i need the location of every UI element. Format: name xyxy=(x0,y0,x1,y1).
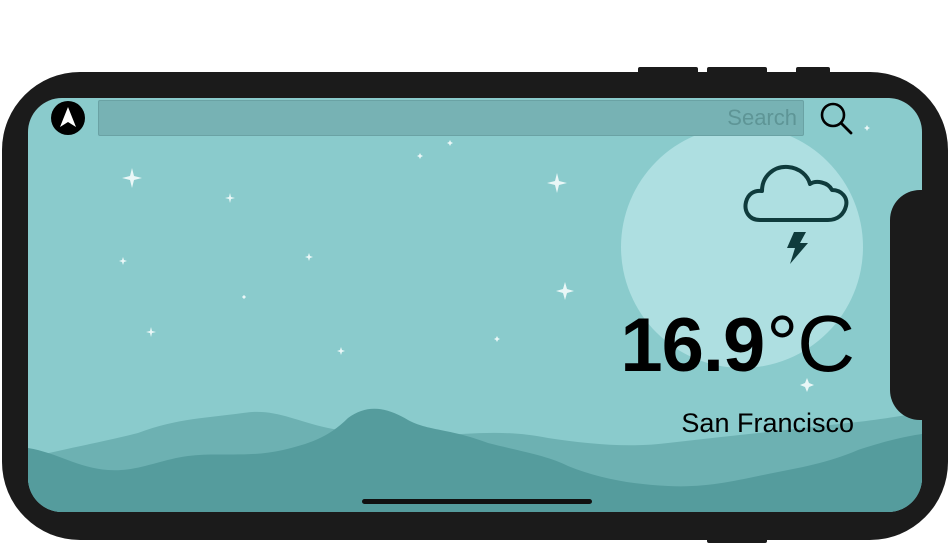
star xyxy=(447,140,453,146)
weather-screen: 16.9°C San Francisco xyxy=(28,98,922,512)
star xyxy=(122,168,142,188)
phone-frame: 16.9°C San Francisco xyxy=(2,72,948,540)
star xyxy=(556,282,574,300)
cloud-lightning-icon xyxy=(743,164,849,264)
search-bar[interactable] xyxy=(98,100,804,136)
star xyxy=(494,336,500,342)
temperature-readout: 16.9°C xyxy=(620,298,855,390)
star xyxy=(225,193,235,203)
star xyxy=(547,173,567,193)
location-arrow-icon[interactable] xyxy=(50,100,86,136)
star xyxy=(417,153,423,159)
star xyxy=(242,295,246,299)
star xyxy=(864,125,870,131)
temperature-value: 16.9 xyxy=(620,303,765,388)
notch xyxy=(890,190,948,420)
star xyxy=(337,347,345,355)
home-indicator[interactable] xyxy=(362,499,592,504)
star xyxy=(146,327,156,337)
star xyxy=(119,257,127,265)
search-input[interactable] xyxy=(99,101,803,135)
star xyxy=(305,253,313,261)
temperature-unit: °C xyxy=(766,299,855,388)
city-name: San Francisco xyxy=(681,408,854,438)
search-icon[interactable] xyxy=(818,100,854,136)
